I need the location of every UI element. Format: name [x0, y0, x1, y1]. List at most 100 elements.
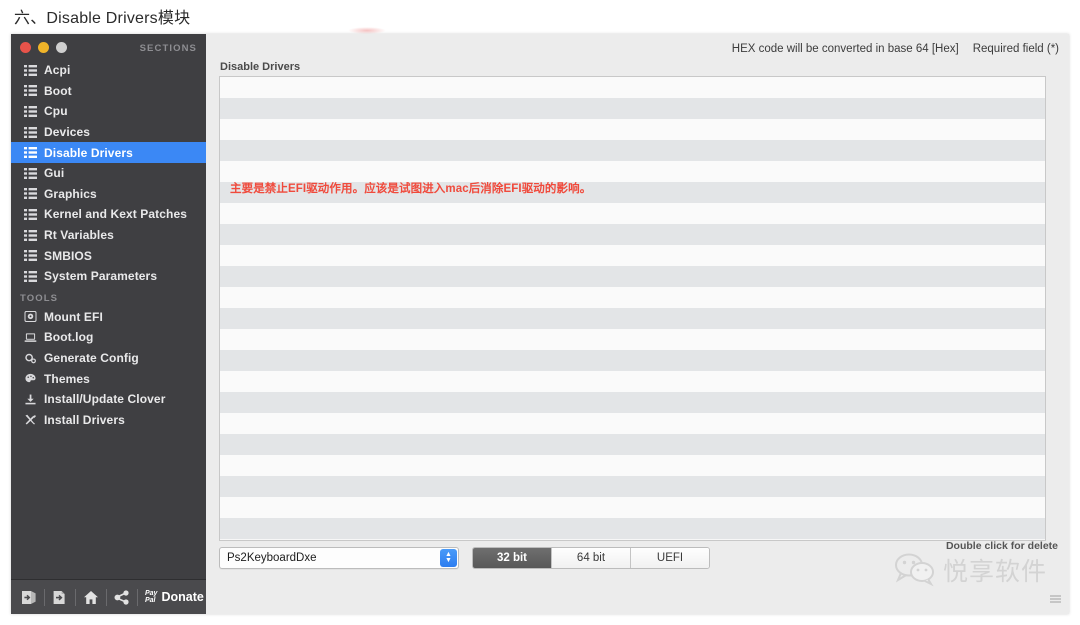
- sidebar-item-label: Acpi: [44, 63, 71, 78]
- content-header-notes: HEX code will be converted in base 64 [H…: [732, 43, 1059, 55]
- export-button[interactable]: [48, 585, 72, 609]
- zoom-button[interactable]: [56, 42, 67, 53]
- sidebar-item-label: Disable Drivers: [44, 145, 133, 160]
- table-row[interactable]: [220, 371, 1045, 392]
- sidebar-item-label: Cpu: [44, 104, 68, 119]
- table-row[interactable]: [220, 245, 1045, 266]
- sidebar-item-boot-log[interactable]: Boot.log: [11, 327, 206, 348]
- sidebar-item-label: Install/Update Clover: [44, 392, 166, 407]
- minimize-button[interactable]: [38, 42, 49, 53]
- segment-32-bit[interactable]: 32 bit: [473, 548, 552, 568]
- screenshot-root: 六、Disable Drivers模块 SECTIONS Acpi Boot C…: [0, 0, 1080, 625]
- table-row[interactable]: [220, 308, 1045, 329]
- content-pane: HEX code will be converted in base 64 [H…: [206, 34, 1069, 614]
- sidebar-item-boot[interactable]: Boot: [11, 81, 206, 102]
- list-icon: [24, 188, 37, 200]
- table-row[interactable]: [220, 518, 1045, 539]
- sidebar-item-install-drivers[interactable]: Install Drivers: [11, 410, 206, 431]
- close-button[interactable]: [20, 42, 31, 53]
- driver-name-value: Ps2KeyboardDxe: [227, 552, 317, 564]
- sidebar-item-install-update-clover[interactable]: Install/Update Clover: [11, 389, 206, 410]
- table-row[interactable]: [220, 161, 1045, 182]
- share-button[interactable]: [110, 585, 134, 609]
- combobox-stepper[interactable]: ▲ ▼: [440, 549, 457, 567]
- annotation-text: 主要是禁止EFI驱动作用。应该是试图进入mac后消除EFI驱动的影响。: [230, 183, 592, 195]
- sidebar-item-cpu[interactable]: Cpu: [11, 101, 206, 122]
- toolbar-separator: [106, 588, 107, 606]
- table-row[interactable]: [220, 203, 1045, 224]
- sidebar-item-themes[interactable]: Themes: [11, 368, 206, 389]
- sidebar-item-mount-efi[interactable]: Mount EFI: [11, 307, 206, 328]
- table-row[interactable]: [220, 476, 1045, 497]
- disk-icon: [24, 311, 37, 323]
- sidebar-item-rt-variables[interactable]: Rt Variables: [11, 225, 206, 246]
- import-button[interactable]: [17, 585, 41, 609]
- sidebar-item-graphics[interactable]: Graphics: [11, 184, 206, 205]
- sidebar-item-label: Install Drivers: [44, 412, 125, 427]
- segment-uefi[interactable]: UEFI: [631, 548, 709, 568]
- table-row[interactable]: [220, 77, 1045, 98]
- donate-button[interactable]: Pay Pal Donate: [145, 590, 204, 604]
- table-row[interactable]: [220, 455, 1045, 476]
- disable-drivers-table[interactable]: 主要是禁止EFI驱动作用。应该是试图进入mac后消除EFI驱动的影响。: [219, 76, 1046, 541]
- sidebar-item-label: Kernel and Kext Patches: [44, 207, 188, 222]
- table-row[interactable]: [220, 224, 1045, 245]
- list-icon: [24, 229, 37, 241]
- bottom-toolbar: Pay Pal Donate: [11, 579, 212, 614]
- table-row[interactable]: [220, 350, 1045, 371]
- resize-grip-icon[interactable]: [1050, 595, 1061, 604]
- download-icon: [25, 394, 36, 405]
- sidebar-item-label: Themes: [44, 371, 90, 386]
- table-row[interactable]: [220, 287, 1045, 308]
- sidebar-item-acpi[interactable]: Acpi: [11, 60, 206, 81]
- sidebar-item-kernel-and-kext-patches[interactable]: Kernel and Kext Patches: [11, 204, 206, 225]
- laptop-icon: [24, 333, 37, 342]
- sidebar-item-smbios[interactable]: SMBIOS: [11, 245, 206, 266]
- tools-list: Mount EFI Boot.log Generate Config Theme…: [11, 307, 206, 431]
- table-row[interactable]: [220, 140, 1045, 161]
- sidebar-item-label: System Parameters: [44, 269, 158, 284]
- sections-header: SECTIONS: [139, 43, 197, 54]
- toolbar-separator: [44, 588, 45, 606]
- paypal-line-2: Pal: [145, 597, 156, 604]
- sidebar-item-label: SMBIOS: [44, 248, 92, 263]
- architecture-segmented-control[interactable]: 32 bit 64 bit UEFI: [472, 547, 710, 569]
- driver-name-combobox[interactable]: Ps2KeyboardDxe ▲ ▼: [219, 547, 459, 569]
- sidebar-item-label: Devices: [44, 125, 91, 140]
- table-row[interactable]: [220, 392, 1045, 413]
- list-icon: [24, 126, 37, 138]
- paypal-line-1: Pay: [145, 590, 158, 597]
- sidebar-item-gui[interactable]: Gui: [11, 163, 206, 184]
- sidebar-item-disable-drivers[interactable]: Disable Drivers: [11, 142, 206, 163]
- table-row[interactable]: [220, 98, 1045, 119]
- table-row[interactable]: [220, 413, 1045, 434]
- sidebar-item-generate-config[interactable]: Generate Config: [11, 348, 206, 369]
- segment-64-bit[interactable]: 64 bit: [552, 548, 631, 568]
- list-icon: [24, 147, 37, 159]
- table-row[interactable]: [220, 119, 1045, 140]
- sidebar-item-label: Generate Config: [44, 351, 139, 366]
- table-row[interactable]: [220, 329, 1045, 350]
- list-icon: [24, 64, 37, 76]
- table-row[interactable]: [220, 497, 1045, 518]
- hex-note: HEX code will be converted in base 64 [H…: [731, 43, 959, 55]
- table-row[interactable]: [220, 266, 1045, 287]
- delete-hint: Double click for delete: [945, 540, 1058, 552]
- sidebar-item-label: Gui: [44, 166, 65, 181]
- watermark-text: 悦享软件: [942, 557, 1047, 586]
- window-titlebar: SECTIONS: [11, 34, 206, 60]
- grip-line: [1050, 601, 1061, 603]
- donate-label: Donate: [161, 590, 204, 604]
- home-icon: [84, 590, 98, 604]
- sidebar-item-system-parameters[interactable]: System Parameters: [11, 266, 206, 287]
- stepper-down-arrow: ▼: [445, 557, 452, 564]
- home-button[interactable]: [79, 585, 103, 609]
- grip-line: [1050, 595, 1061, 597]
- tools-icon: [25, 415, 36, 425]
- sidebar-item-label: Rt Variables: [44, 228, 114, 243]
- table-row[interactable]: [220, 434, 1045, 455]
- list-icon: [24, 85, 37, 97]
- grip-line: [1050, 598, 1061, 600]
- traffic-lights: [20, 42, 67, 53]
- sidebar-item-devices[interactable]: Devices: [11, 122, 206, 143]
